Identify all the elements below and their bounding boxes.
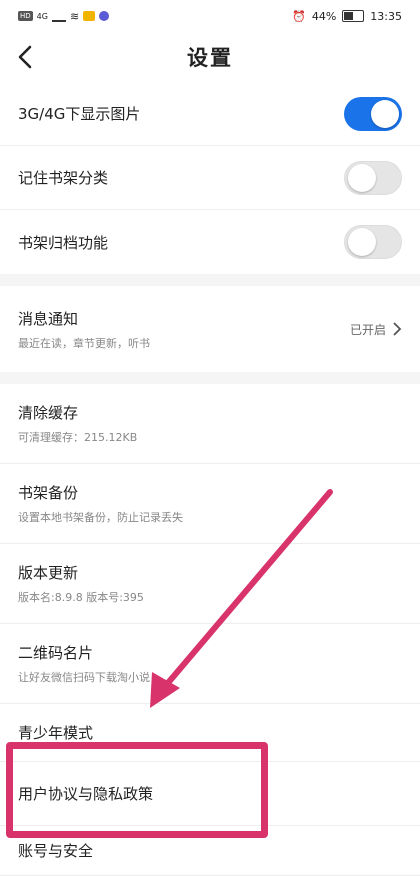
battery-icon [342, 10, 365, 22]
setting-text: 二维码名片 让好友微信扫码下载淘小说 [18, 642, 150, 685]
section-divider [0, 274, 420, 286]
show-images-toggle[interactable] [344, 96, 402, 131]
setting-sub: 版本名:8.9.8 版本号:395 [18, 591, 144, 604]
setting-label: 版本更新 [18, 564, 79, 582]
setting-label: 账号与安全 [18, 842, 94, 860]
setting-row-remember-category[interactable]: 记住书架分类 [0, 146, 420, 210]
setting-text: 消息通知 最近在读，章节更新，听书 [18, 308, 150, 351]
setting-sub: 设置本地书架备份，防止记录丢失 [18, 511, 183, 524]
setting-text: 书架备份 设置本地书架备份，防止记录丢失 [18, 482, 183, 525]
setting-sub: 让好友微信扫码下载淘小说 [18, 671, 150, 684]
page-title: 设置 [187, 46, 233, 70]
back-button[interactable] [10, 42, 40, 72]
setting-label: 青少年模式 [18, 724, 94, 742]
setting-sub: 最近在读，章节更新，听书 [18, 336, 150, 350]
signal-icon [51, 10, 66, 22]
setting-label: 消息通知 [18, 309, 79, 328]
chevron-left-icon [18, 45, 32, 69]
toggle-knob [371, 99, 399, 128]
signal-label: 4G [36, 11, 48, 21]
wifi-icon: ≋ [69, 9, 80, 23]
setting-row-privacy-policy[interactable]: 用户协议与隐私政策 [0, 762, 420, 826]
setting-label: 3G/4G下显示图片 [18, 105, 141, 123]
clock: 13:35 [370, 9, 402, 23]
network-badge: HD [18, 11, 33, 21]
battery-percent: 44% [311, 9, 337, 23]
setting-row-qrcode[interactable]: 二维码名片 让好友微信扫码下载淘小说 [0, 624, 420, 704]
setting-label: 清除缓存 [18, 404, 79, 422]
setting-label: 记住书架分类 [18, 169, 109, 187]
notification-value: 已开启 [349, 322, 386, 337]
archive-toggle[interactable] [344, 225, 402, 259]
status-left: HD 4G ≋ [18, 9, 110, 23]
setting-label: 二维码名片 [18, 644, 94, 662]
setting-row-clear-cache[interactable]: 清除缓存 可清理缓存：215.12KB [0, 384, 420, 464]
toggle-knob [348, 163, 376, 192]
setting-row-show-images[interactable]: 3G/4G下显示图片 [0, 82, 420, 146]
setting-row-account-security[interactable]: 账号与安全 [0, 826, 420, 876]
setting-label: 书架备份 [18, 484, 79, 502]
status-bar: HD 4G ≋ ⏰ 44% 13:35 [0, 0, 420, 32]
notification-status: 已开启 [350, 321, 402, 338]
setting-row-backup[interactable]: 书架备份 设置本地书架备份，防止记录丢失 [0, 464, 420, 544]
setting-sub: 可清理缓存：215.12KB [18, 431, 138, 444]
status-right: ⏰ 44% 13:35 [292, 10, 402, 23]
remember-category-toggle[interactable] [344, 160, 402, 195]
setting-text: 清除缓存 可清理缓存：215.12KB [18, 402, 137, 445]
setting-label: 书架归档功能 [18, 233, 109, 252]
setting-row-archive[interactable]: 书架归档功能 [0, 210, 420, 274]
toggle-knob [348, 228, 376, 256]
setting-row-version[interactable]: 版本更新 版本名:8.9.8 版本号:395 [0, 544, 420, 624]
notification-app-icon-2 [99, 11, 110, 21]
setting-text: 版本更新 版本名:8.9.8 版本号:395 [18, 562, 144, 605]
setting-label: 用户协议与隐私政策 [18, 785, 154, 803]
notification-app-icon [83, 11, 96, 21]
alarm-icon: ⏰ [292, 9, 306, 23]
header: 设置 [0, 32, 420, 82]
setting-row-youth-mode[interactable]: 青少年模式 [0, 704, 420, 762]
section-divider [0, 372, 420, 384]
setting-row-notification[interactable]: 消息通知 最近在读，章节更新，听书 已开启 [0, 286, 420, 372]
chevron-right-icon [393, 322, 402, 336]
